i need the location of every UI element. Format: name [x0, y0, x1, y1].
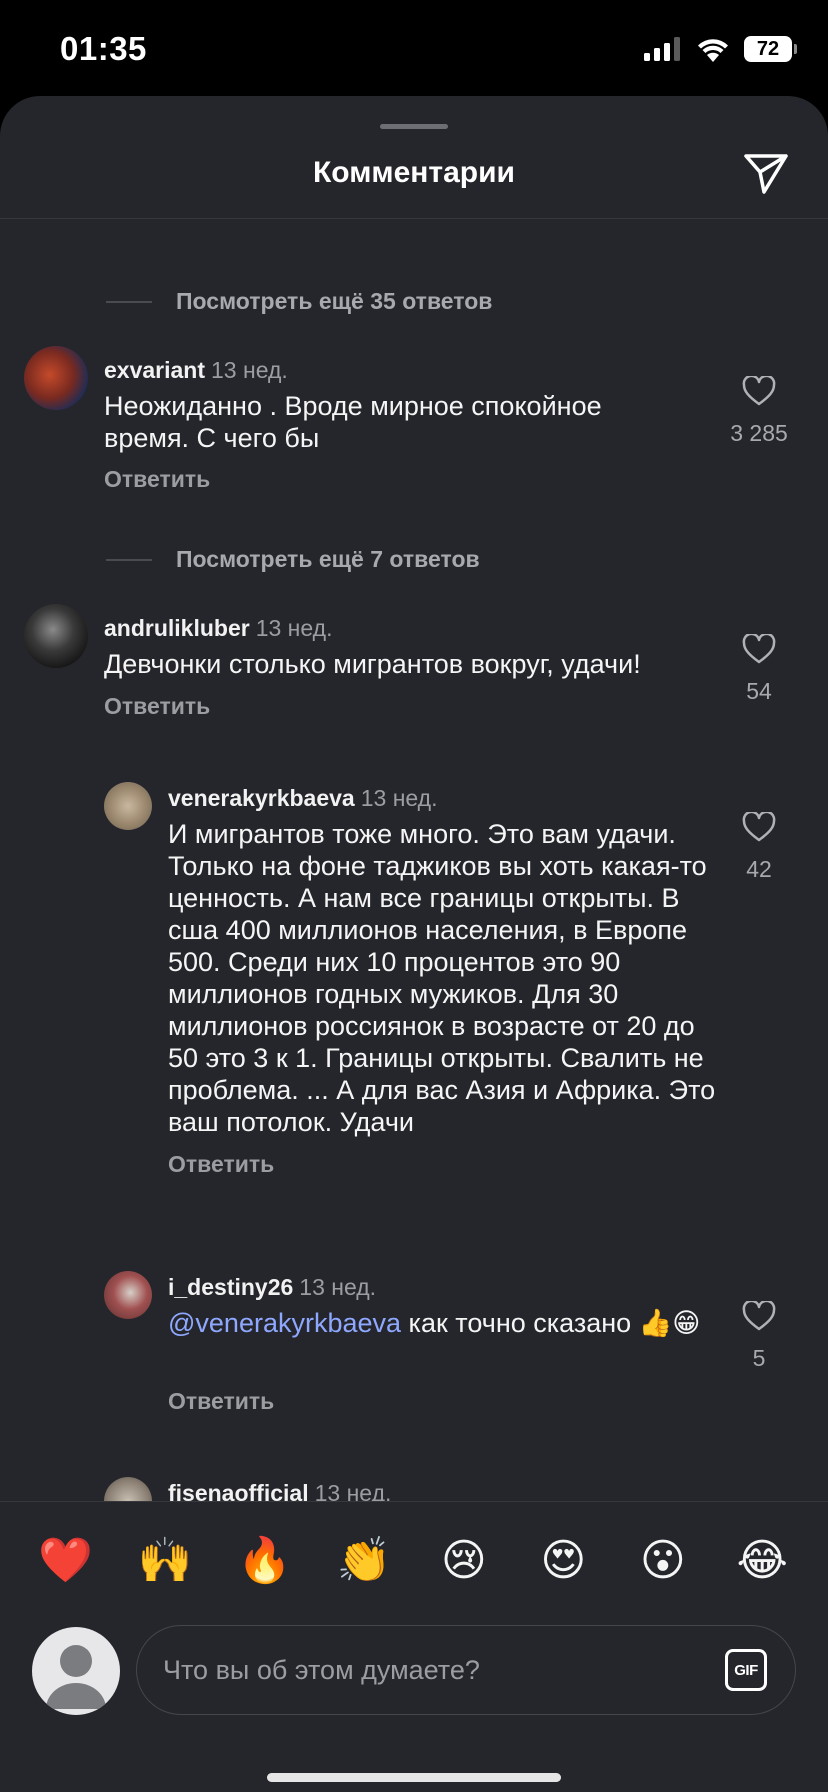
comment-time: 13 нед.: [360, 785, 438, 811]
emoji-crying[interactable]: 😢: [434, 1534, 494, 1588]
wifi-icon: [698, 39, 728, 62]
like-group: 5: [714, 1301, 804, 1372]
comment-time: 13 нед.: [255, 615, 333, 641]
avatar[interactable]: [104, 1477, 152, 1501]
username[interactable]: fisenaofficial: [168, 1480, 309, 1501]
comment-time: 13 нед.: [299, 1274, 377, 1300]
composer-panel: ❤️ 🙌 🔥 👏 😢 😍 😮 😂 GIF: [0, 1501, 828, 1792]
status-indicators: 72: [644, 36, 797, 62]
view-more-label: Посмотреть ещё 35 ответов: [176, 288, 493, 314]
comment-time: 13 нед.: [314, 1480, 392, 1501]
cellular-signal-icon: [644, 37, 680, 61]
reply-button[interactable]: Ответить: [104, 693, 210, 720]
heart-icon[interactable]: [742, 376, 776, 406]
comment-text: И мигрантов тоже много. Это вам удачи. Т…: [168, 819, 716, 1137]
comment-input-container: GIF: [136, 1625, 796, 1715]
like-count: 5: [752, 1345, 766, 1371]
share-send-icon[interactable]: [742, 148, 790, 196]
like-group: 3 285: [714, 376, 804, 447]
gif-button[interactable]: GIF: [725, 1649, 767, 1691]
emoji-surprised[interactable]: 😮: [633, 1534, 693, 1588]
emoji-clapping[interactable]: 👏: [334, 1534, 394, 1588]
emoji-heart[interactable]: ❤️: [36, 1534, 96, 1588]
avatar[interactable]: [24, 604, 88, 668]
view-more-label: Посмотреть ещё 7 ответов: [176, 546, 480, 572]
emoji-raised-hands[interactable]: 🙌: [135, 1534, 195, 1588]
default-avatar-icon: [46, 1645, 106, 1709]
like-count: 54: [746, 678, 772, 704]
quick-reactions: ❤️ 🙌 🔥 👏 😢 😍 😮 😂: [0, 1534, 828, 1588]
sheet-grabber[interactable]: [380, 124, 448, 129]
avatar[interactable]: [104, 1271, 152, 1319]
like-group: 54: [714, 634, 804, 705]
heart-icon[interactable]: [742, 634, 776, 664]
reply-button[interactable]: Ответить: [104, 466, 210, 493]
heart-icon[interactable]: [742, 1301, 776, 1331]
mention-link[interactable]: @venerakyrkbaeva: [168, 1308, 401, 1338]
battery-icon: 72: [744, 36, 797, 62]
like-count: 3 285: [730, 420, 788, 446]
reply-button[interactable]: Ответить: [168, 1151, 274, 1178]
reply-button[interactable]: Ответить: [168, 1388, 274, 1415]
view-more-replies[interactable]: Посмотреть ещё 35 ответов: [106, 288, 492, 315]
comments-list[interactable]: Посмотреть ещё 35 ответов exvariant 13 не…: [0, 219, 828, 1501]
view-more-replies[interactable]: Посмотреть ещё 7 ответов: [106, 546, 480, 573]
comment-text: Неожиданно . Вроде мирное спокойное врем…: [104, 391, 602, 453]
comment-input[interactable]: [163, 1626, 663, 1714]
username[interactable]: venerakyrkbaeva: [168, 785, 355, 811]
emoji-heart-eyes[interactable]: 😍: [533, 1534, 593, 1588]
my-avatar[interactable]: [32, 1627, 120, 1715]
username[interactable]: exvariant: [104, 357, 205, 383]
emoji-laughing[interactable]: 😂: [732, 1534, 792, 1588]
status-bar: 01:35 72: [0, 0, 828, 96]
status-time: 01:35: [60, 30, 147, 67]
emoji-fire[interactable]: 🔥: [235, 1534, 295, 1588]
comment-text: @venerakyrkbaeva как точно сказано 👍😁: [168, 1307, 728, 1339]
username[interactable]: i_destiny26: [168, 1274, 293, 1300]
comments-sheet: Комментарии Посмотреть ещё 35 ответов ex…: [0, 96, 828, 1792]
avatar[interactable]: [104, 782, 152, 830]
heart-icon[interactable]: [742, 812, 776, 842]
comment-text-body: как точно сказано 👍😁: [401, 1308, 701, 1338]
page-title: Комментарии: [312, 156, 516, 189]
like-count: 42: [746, 856, 772, 882]
home-indicator: [267, 1773, 561, 1782]
comment-time: 13 нед.: [211, 357, 288, 383]
username[interactable]: andrulikluber: [104, 615, 250, 641]
avatar[interactable]: [24, 346, 88, 410]
comment-text: Девчонки столько мигрантов вокруг, удачи…: [104, 649, 641, 679]
like-group: 42: [714, 812, 804, 883]
